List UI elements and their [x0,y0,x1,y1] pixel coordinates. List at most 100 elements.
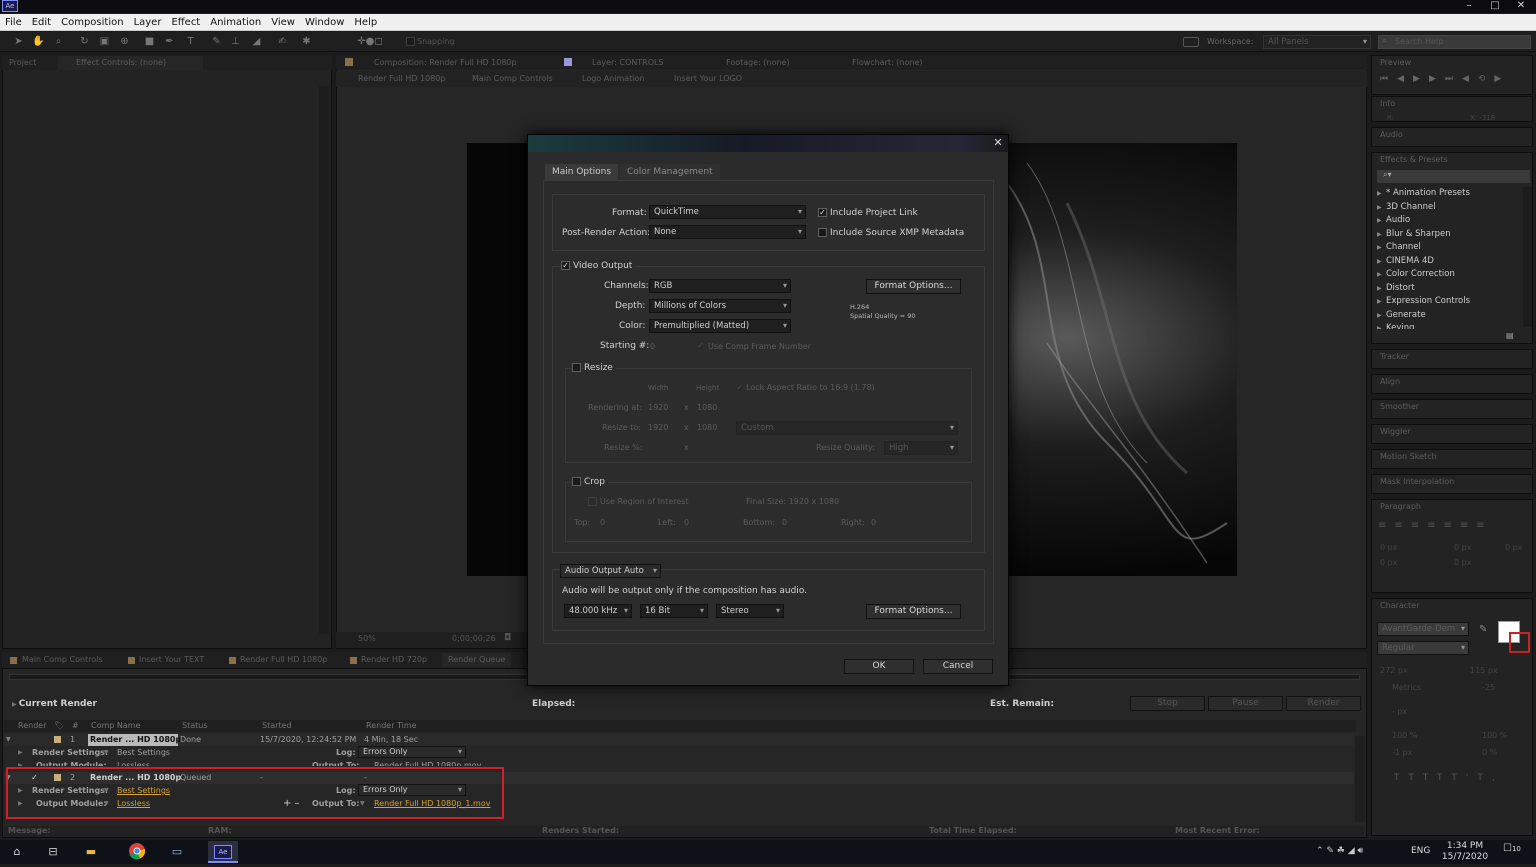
clock-time[interactable]: 1:34 PM [1443,841,1487,851]
output-module-value[interactable]: Lossless [117,760,150,766]
wiggler-tab[interactable]: Wiggler [1380,425,1411,439]
use-comp-frame-checkbox[interactable]: ✓ [696,341,705,350]
photos-icon[interactable]: ▭ [166,842,188,862]
queue-scrollbar[interactable] [1355,736,1365,822]
col-render-time[interactable]: Render Time [366,720,417,732]
crop-bottom-field[interactable]: 0 [782,518,787,527]
camera-tool-icon[interactable]: ▣ [98,35,111,48]
video-output-checkbox[interactable]: ✓ [561,261,570,270]
lock-aspect-checkbox[interactable]: ✓ [735,383,744,392]
render-button[interactable]: Render [1286,696,1361,711]
snapshot-icon[interactable]: ◘ [504,633,511,643]
post-render-select[interactable]: None [649,225,806,239]
character-tab[interactable]: Character [1380,599,1420,613]
paragraph-tab[interactable]: Paragraph [1380,500,1421,514]
task-view-icon[interactable]: ⊟ [42,842,64,862]
tab-layer[interactable]: Layer: CONTROLS [592,56,664,70]
depth-select[interactable]: Millions of Colors [649,299,791,313]
menu-edit[interactable]: Edit [27,14,56,31]
col-number[interactable]: # [72,720,79,732]
effects-presets-tab[interactable]: Effects & Presets [1380,153,1448,167]
tab-insert-your-text[interactable]: Insert Your TEXT [139,653,204,667]
after-effects-taskbar-button[interactable]: Ae [208,841,238,863]
stroke-width-field[interactable]: - px [1392,707,1407,716]
log-select[interactable]: Errors Only [358,746,466,758]
clone-stamp-tool-icon[interactable]: ⊥ [229,35,242,48]
menu-effect[interactable]: Effect [166,14,205,31]
file-explorer-icon[interactable]: ▬ [80,842,102,862]
space-before[interactable]: 0 px [1380,558,1397,567]
starting-number-field[interactable]: 0 [650,342,655,351]
crop-checkbox[interactable] [572,477,581,486]
zoom-select[interactable]: 50% [358,634,376,643]
tab-render-full-hd[interactable]: Render Full HD 1080p [240,653,327,667]
menu-help[interactable]: Help [349,14,382,31]
tab-color-management[interactable]: Color Management [620,164,720,180]
smoother-tab[interactable]: Smoother [1380,400,1419,414]
tracking-field[interactable]: -25 [1482,683,1495,692]
timecode-display[interactable]: 0;00;00;26 [452,634,496,643]
pen-tool-icon[interactable]: ✒ [163,35,176,48]
render-settings-value[interactable]: Best Settings [117,747,170,759]
new-folder-icon[interactable]: ▤ [1506,331,1514,340]
font-family-select[interactable]: AvantGarde-Dem [1377,622,1469,636]
font-size-field[interactable]: 272 px [1380,666,1408,675]
audio-tab[interactable]: Audio [1380,128,1403,142]
format-select[interactable]: QuickTime [649,205,806,219]
dialog-close-icon[interactable]: ✕ [990,136,1006,150]
motion-sketch-tab[interactable]: Motion Sketch [1380,450,1437,464]
left-panel-scrollbar[interactable] [319,86,329,634]
tracker-tab[interactable]: Tracker [1380,350,1409,364]
rectangle-tool-icon[interactable]: ■ [143,35,156,48]
notification-icon[interactable]: ☐10 [1503,843,1529,861]
use-roi-checkbox[interactable] [588,497,597,506]
baseline-shift-field[interactable]: -1 px [1392,748,1412,757]
tab-composition[interactable]: Composition: Render Full HD 1080p [374,56,517,70]
workspace-icon[interactable] [1183,37,1199,47]
eyedropper-icon[interactable]: ✎ [1479,624,1487,635]
list-item[interactable]: Keying [1372,322,1522,329]
list-item[interactable]: Distort [1372,282,1522,296]
breadcrumb-item[interactable]: Main Comp Controls [472,72,553,86]
expand-icon[interactable]: ▶ [18,760,23,766]
color-select[interactable]: Premultiplied (Matted) [649,319,791,333]
horizontal-scale-field[interactable]: 100 % [1482,731,1507,740]
list-item[interactable]: Color Correction [1372,268,1522,282]
col-render[interactable]: Render [18,720,46,732]
list-item[interactable]: Expression Controls [1372,295,1522,309]
crop-right-field[interactable]: 0 [871,518,876,527]
audio-channels-select[interactable]: Stereo [716,604,784,618]
tab-main-comp-controls[interactable]: Main Comp Controls [22,653,103,667]
brush-tool-icon[interactable]: ✎ [210,35,223,48]
space-after[interactable]: 0 px [1454,558,1471,567]
tsume-field[interactable]: 0 % [1482,748,1497,757]
align-tab[interactable]: Align [1380,375,1400,389]
tab-render-hd-720[interactable]: Render HD 720p [361,653,427,667]
system-tray-icons[interactable]: ⌃ ✎ ☘ ◢ 🔊︎ [1316,846,1363,856]
preview-controls-icon[interactable]: ⏮◀▶▶⏭◀⟲▶ [1380,74,1510,84]
breadcrumb-item[interactable]: Render Full HD 1080p [358,72,445,86]
list-item[interactable]: Generate [1372,309,1522,323]
tab-main-options[interactable]: Main Options [545,164,619,180]
pan-behind-tool-icon[interactable]: ⊕ [118,35,131,48]
crop-left-field[interactable]: 0 [684,518,689,527]
search-help-input[interactable]: Search Help [1378,35,1531,49]
col-started[interactable]: Started [262,720,292,732]
tab-flowchart[interactable]: Flowchart: (none) [852,56,923,70]
tab-footage[interactable]: Footage: (none) [726,56,790,70]
expand-icon[interactable]: ▶ [12,701,19,708]
font-style-select[interactable]: Regular [1377,641,1469,655]
col-status[interactable]: Status [182,720,208,732]
bit-depth-select[interactable]: 16 Bit [640,604,708,618]
leading-field[interactable]: 115 px [1470,666,1498,675]
audio-output-select[interactable]: Audio Output Auto [560,564,661,578]
pause-button[interactable]: Pause [1208,696,1283,711]
expand-icon[interactable]: ▶ [18,747,23,759]
dropdown-icon[interactable]: ▼ [104,747,109,759]
breadcrumb-item[interactable]: Logo Animation [582,72,645,86]
breadcrumb-item[interactable]: Insert Your LOGO [674,72,742,86]
list-item[interactable]: Blur & Sharpen [1372,228,1522,242]
clock-date[interactable]: 15/7/2020 [1440,852,1490,862]
collapse-icon[interactable]: ▼ [6,734,11,746]
local-axis-icon[interactable]: ✛●◻ [355,35,385,48]
